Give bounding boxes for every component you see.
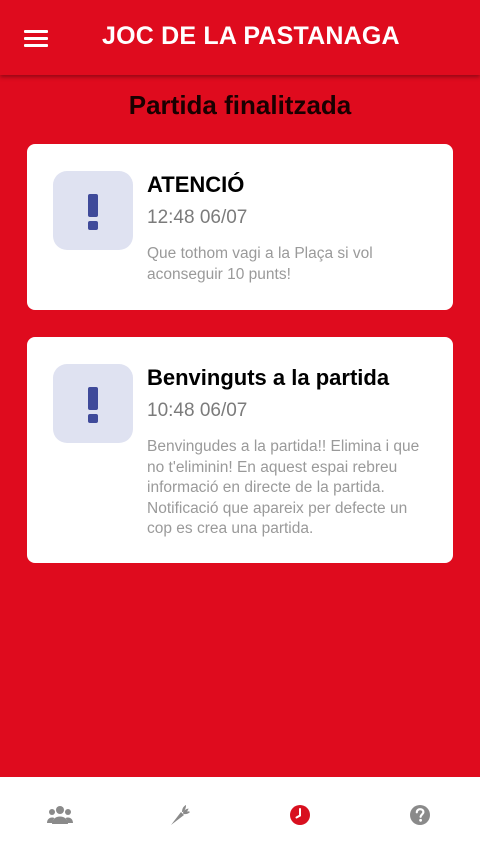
- notification-title: Benvinguts a la partida: [147, 365, 390, 390]
- notification-card[interactable]: ATENCIÓ 12:48 06/07 Que tothom vagi a la…: [27, 144, 453, 310]
- notification-time: 12:48 06/07: [147, 207, 248, 228]
- notification-message: Benvingudes a la partida!! Elimina i que…: [147, 438, 420, 537]
- notification-time: 10:48 06/07: [147, 400, 248, 421]
- page-title: Partida finalitzada: [128, 90, 352, 120]
- alert-icon-box: [53, 171, 133, 250]
- alert-icon-box: [53, 364, 133, 443]
- nav-help[interactable]: [360, 777, 480, 853]
- notification-title: ATENCIÓ: [147, 172, 245, 197]
- exclamation-icon: [88, 386, 98, 423]
- app-title: JOC DE LA PASTANAGA: [102, 22, 400, 50]
- nav-players[interactable]: [0, 777, 120, 853]
- notification-card[interactable]: Benvinguts a la partida 10:48 06/07 Benv…: [27, 337, 453, 563]
- bottom-navigation: [0, 777, 480, 853]
- nav-notifications[interactable]: [240, 777, 360, 853]
- carrot-icon: [171, 805, 190, 825]
- help-icon: [410, 805, 430, 825]
- notification-message: Que tothom vagi a la Plaça si vol aconse…: [147, 245, 373, 283]
- clock-icon: [290, 805, 310, 825]
- exclamation-icon: [88, 193, 98, 230]
- app-bar: JOC DE LA PASTANAGA: [0, 0, 480, 75]
- nav-carrot[interactable]: [120, 777, 240, 853]
- hamburger-menu-icon[interactable]: [24, 28, 50, 48]
- group-icon: [47, 806, 73, 824]
